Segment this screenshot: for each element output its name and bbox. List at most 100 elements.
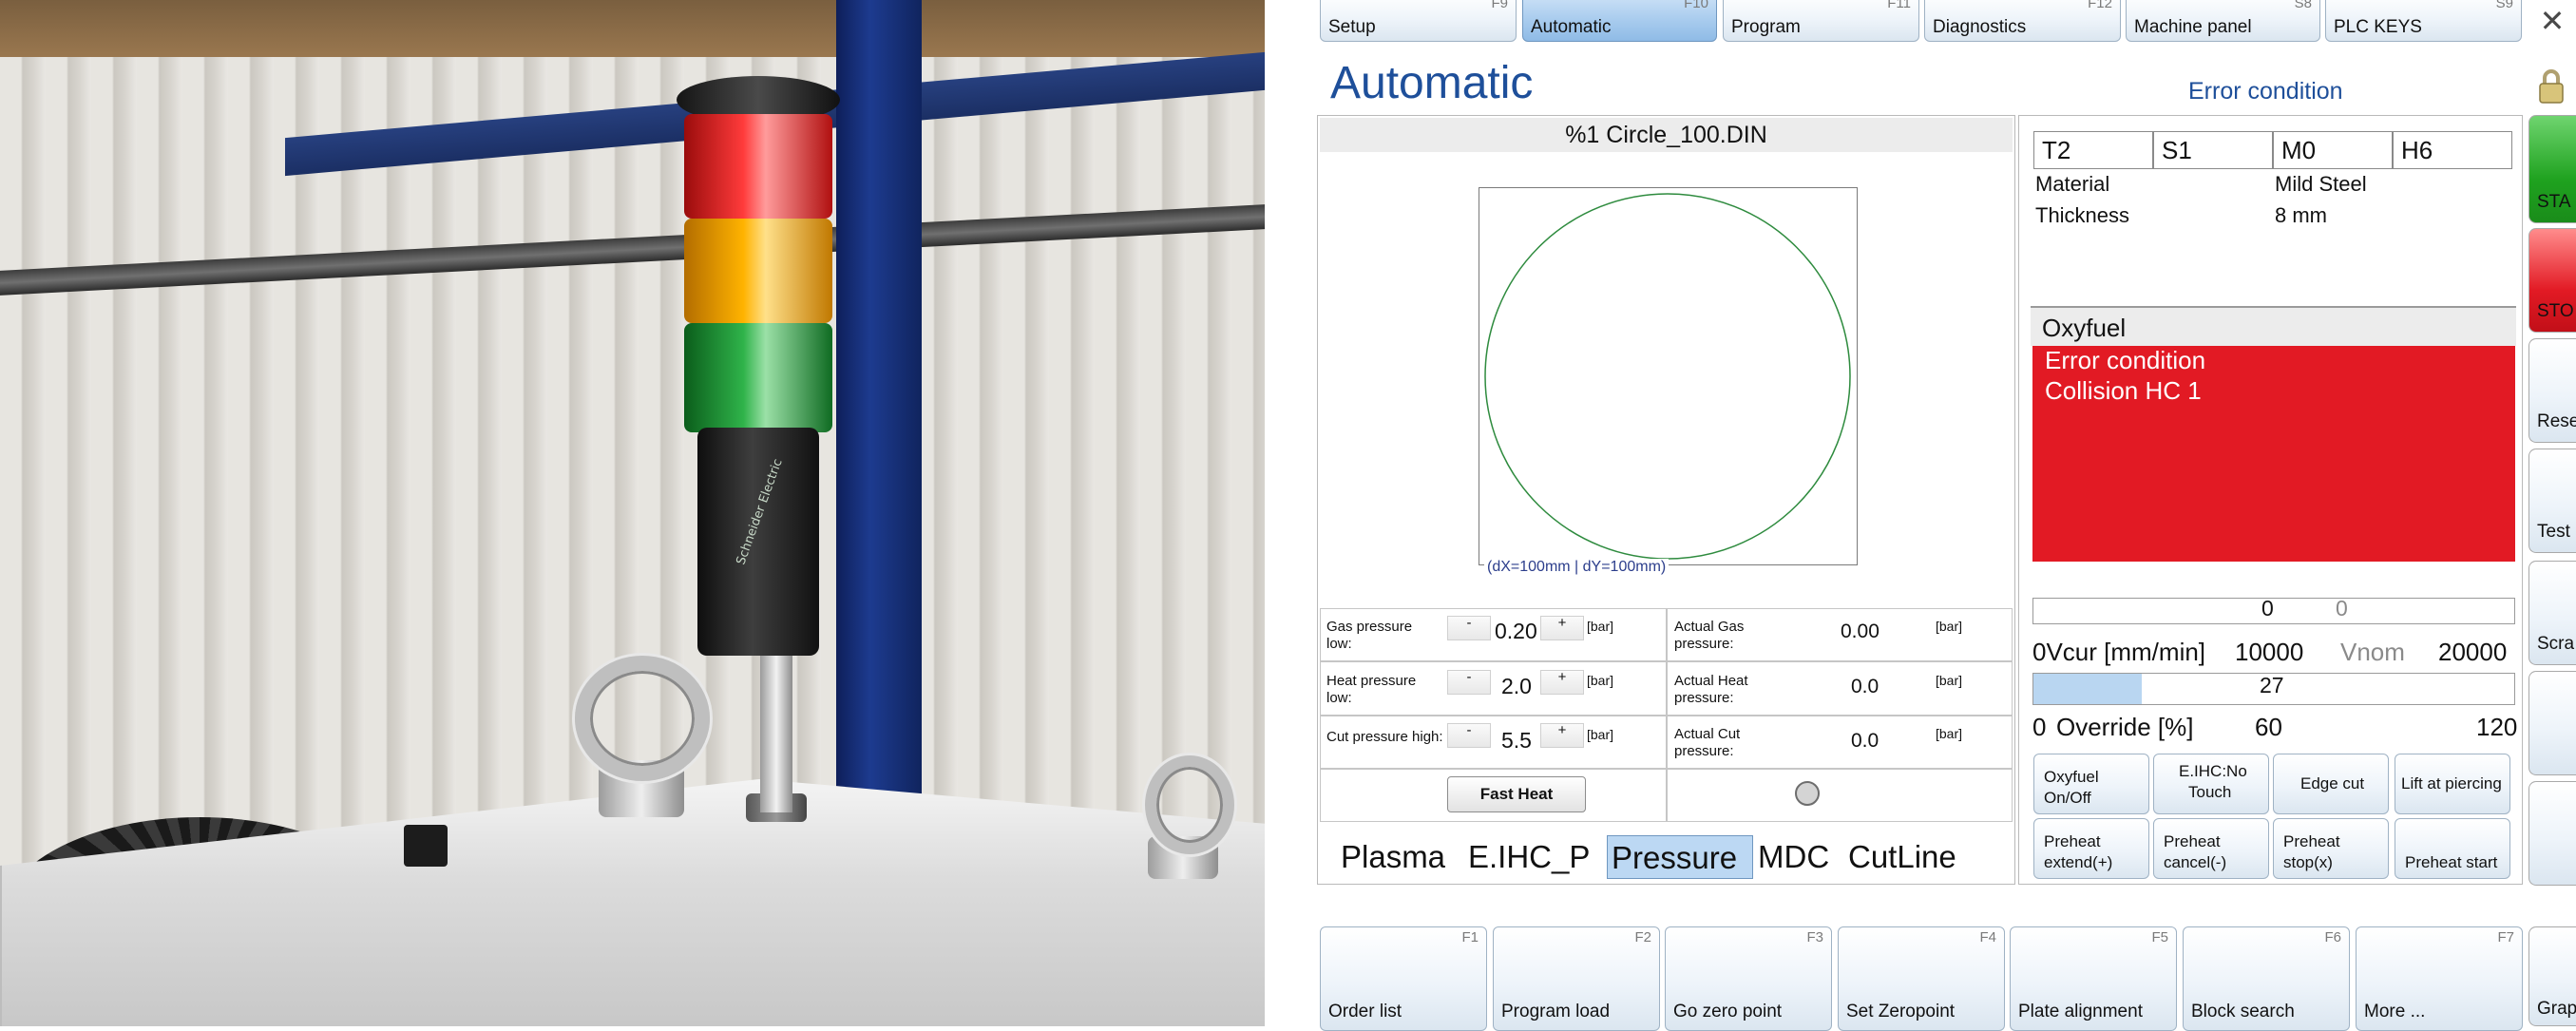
fkey-code: S8 (2294, 0, 2312, 11)
tab-eihc-p[interactable]: E.IHC_P (1464, 835, 1593, 879)
speed-bar (2032, 598, 2515, 624)
program-name: %1 Circle_100.DIN (1320, 118, 2013, 152)
gas-pressure-value[interactable]: 0.20 (1495, 619, 1537, 644)
fkey-code: F9 (1491, 0, 1508, 11)
button-label: Lift at piercing (2401, 774, 2502, 792)
override-label: Override [%] (2056, 713, 2194, 741)
tab-machine-panel[interactable]: S8 Machine panel (2126, 0, 2320, 42)
tab-pressure[interactable]: Pressure (1607, 835, 1753, 879)
label-line: Cut pressure high: (1326, 729, 1443, 745)
start-button[interactable]: STA (2528, 115, 2576, 223)
signal-light-red (684, 114, 832, 219)
indicator-cell (1667, 769, 2013, 822)
tab-label: Automatic (1531, 17, 1612, 37)
test-button[interactable]: Test (2528, 449, 2576, 553)
go-zero-point-button[interactable]: F3 Go zero point (1665, 926, 1832, 1031)
set-zeropoint-button[interactable]: F4 Set Zeropoint (1838, 926, 2005, 1031)
edge-cut-button[interactable]: Edge cut (2273, 754, 2389, 814)
close-icon[interactable]: ✕ (2535, 4, 2569, 38)
preheat-extend-button[interactable]: Preheat extend(+) (2033, 818, 2149, 879)
page-title: Automatic (1330, 58, 1534, 108)
heat-pressure-value[interactable]: 2.0 (1501, 674, 1532, 699)
tab-diagnostics[interactable]: F12 Diagnostics (1924, 0, 2121, 42)
actual-heat-unit: [bar] (1936, 673, 1963, 688)
eihc-no-touch-button[interactable]: E.IHC:No Touch (2153, 754, 2269, 814)
photo-pole (760, 656, 792, 812)
heat-pressure-unit: [bar] (1587, 673, 1614, 688)
fkey-code: F4 (1979, 929, 1996, 945)
fkey-code: F6 (2324, 929, 2341, 945)
preview-dimensions: (dX=100mm | dY=100mm) (1484, 559, 1670, 576)
cut-pressure-minus-button[interactable]: - (1447, 723, 1491, 748)
tool-number: T2 (2033, 131, 2153, 169)
gas-pressure-plus-button[interactable]: + (1540, 616, 1584, 640)
cut-pressure-value[interactable]: 5.5 (1501, 728, 1532, 754)
preheat-cancel-button[interactable]: Preheat cancel(-) (2153, 818, 2269, 879)
tab-label: Machine panel (2134, 17, 2252, 37)
thickness-label: Thickness (2035, 203, 2130, 227)
block-search-button[interactable]: F6 Block search (2183, 926, 2350, 1031)
gas-pressure-minus-button[interactable]: - (1447, 616, 1491, 640)
tab-automatic[interactable]: F10 Automatic (1522, 0, 1717, 42)
gas-pressure-label: Gas pressure low: (1326, 619, 1412, 653)
speed-scale-min: 0Vcur [mm/min] (2032, 638, 2206, 666)
reset-label: Rese (2537, 411, 2576, 431)
h-code: H6 (2393, 131, 2512, 169)
plate-alignment-button[interactable]: F5 Plate alignment (2010, 926, 2177, 1031)
tab-plc-keys[interactable]: S9 PLC KEYS (2325, 0, 2522, 42)
signal-tower-base (697, 428, 819, 656)
button-label: On/Off (2044, 789, 2091, 807)
side-blank-button[interactable] (2528, 671, 2576, 775)
label-line: Actual Gas (1674, 619, 1745, 635)
program-load-button[interactable]: F2 Program load (1493, 926, 1660, 1031)
fkey-label: Order list (1328, 1002, 1402, 1021)
cut-pressure-label: Cut pressure high: (1326, 729, 1443, 746)
override-scale-mid: 60 (2255, 713, 2282, 741)
button-label: Preheat start (2405, 853, 2498, 871)
override-bar-fill (2033, 674, 2142, 704)
error-line: Collision HC 1 (2045, 376, 2202, 405)
actual-heat-label: Actual Heat pressure: (1674, 673, 1748, 707)
label-line: low: (1326, 636, 1352, 652)
side-blank-button[interactable] (2528, 781, 2576, 886)
tab-program[interactable]: F11 Program (1723, 0, 1919, 42)
stop-label: STO (2537, 301, 2574, 321)
status-indicator-lamp (1795, 781, 1820, 806)
label-line: Actual Heat (1674, 673, 1748, 689)
preview-canvas (1484, 193, 1851, 560)
graphics-button[interactable]: Grap (2528, 926, 2576, 1026)
actual-cut-value: 0.0 (1851, 730, 1880, 752)
fkey-code: F1 (1461, 929, 1479, 945)
more-button[interactable]: F7 More ... (2356, 926, 2523, 1031)
tab-setup[interactable]: F9 Setup (1320, 0, 1517, 42)
heat-pressure-minus-button[interactable]: - (1447, 670, 1491, 695)
signal-tower-photo: Schneider Electric (0, 0, 1265, 1026)
tab-label: Diagnostics (1933, 17, 2027, 37)
order-list-button[interactable]: F1 Order list (1320, 926, 1487, 1031)
fkey-code: S9 (2495, 0, 2513, 11)
tab-plasma[interactable]: Plasma (1337, 835, 1449, 879)
heat-pressure-plus-button[interactable]: + (1540, 670, 1584, 695)
reset-button[interactable]: Rese (2528, 338, 2576, 443)
scrap-button[interactable]: Scra (2528, 561, 2576, 665)
gas-pressure-unit: [bar] (1587, 619, 1614, 634)
cut-pressure-plus-button[interactable]: + (1540, 723, 1584, 748)
photo-eyebolt (575, 656, 710, 781)
tab-label: Setup (1328, 17, 1376, 37)
override-value: 27 (2260, 673, 2284, 697)
fkey-label: More ... (2364, 1002, 2426, 1021)
start-label: STA (2537, 192, 2571, 212)
stop-button[interactable]: STO (2528, 228, 2576, 333)
tab-cutline[interactable]: CutLine (1844, 835, 1960, 879)
signal-tower: Schneider Electric (677, 76, 840, 665)
button-label: extend(+) (2044, 853, 2113, 871)
preheat-start-button[interactable]: Preheat start (2395, 818, 2510, 879)
label-line: pressure: (1674, 690, 1734, 706)
preview-circle-path (1484, 193, 1851, 560)
preheat-stop-button[interactable]: Preheat stop(x) (2273, 818, 2389, 879)
material-value: Mild Steel (2275, 172, 2367, 196)
fast-heat-button[interactable]: Fast Heat (1447, 776, 1586, 812)
oxyfuel-onoff-button[interactable]: Oxyfuel On/Off (2033, 754, 2149, 814)
tab-mdc[interactable]: MDC (1754, 835, 1833, 879)
lift-at-piercing-button[interactable]: Lift at piercing (2395, 754, 2510, 814)
